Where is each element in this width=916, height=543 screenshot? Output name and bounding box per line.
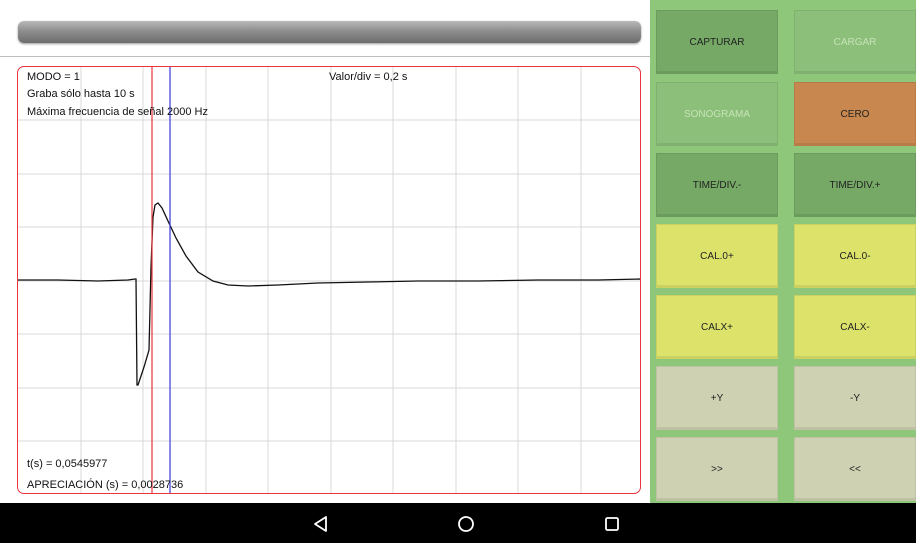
- calx-minus-button[interactable]: CALX-: [794, 295, 916, 359]
- sonogram-button[interactable]: SONOGRAMA: [656, 82, 778, 146]
- capture-button[interactable]: CAPTURAR: [656, 10, 778, 74]
- zero-button[interactable]: CERO: [794, 82, 916, 146]
- plus-y-button[interactable]: +Y: [656, 366, 778, 430]
- signal-trace: [18, 202, 640, 386]
- load-button[interactable]: CARGAR: [794, 10, 916, 74]
- calx-plus-button[interactable]: CALX+: [656, 295, 778, 359]
- divider: [0, 56, 650, 57]
- appreciation-readout: APRECIACIÓN (s) = 0,0028736: [27, 479, 184, 491]
- time-readout: t(s) = 0,0545977: [27, 458, 108, 470]
- title-bar: [18, 21, 641, 43]
- time-div-plus-button[interactable]: TIME/DIV.+: [794, 153, 916, 217]
- minus-y-button[interactable]: -Y: [794, 366, 916, 430]
- system-navigation-bar: [0, 503, 916, 543]
- circle-home-icon[interactable]: [457, 515, 475, 533]
- mode-label: MODO = 1: [27, 71, 80, 83]
- control-panel: CAPTURAR CARGAR SONOGRAMA CERO TIME/DIV.…: [650, 0, 916, 503]
- forward-button[interactable]: >>: [656, 437, 778, 501]
- back-button[interactable]: <<: [794, 437, 916, 501]
- oscilloscope-display[interactable]: MODO = 1 Graba sólo hasta 10 s Máxima fr…: [17, 66, 641, 494]
- square-recents-icon[interactable]: [603, 515, 621, 533]
- max-frequency-label: Máxima frecuencia de señal 2000 Hz: [27, 106, 208, 118]
- time-div-minus-button[interactable]: TIME/DIV.-: [656, 153, 778, 217]
- record-label: Graba sólo hasta 10 s: [27, 88, 135, 100]
- oscilloscope-grid: [18, 67, 640, 493]
- triangle-back-icon[interactable]: [312, 515, 330, 533]
- cal0-minus-button[interactable]: CAL.0-: [794, 224, 916, 288]
- value-per-division-label: Valor/div = 0,2 s: [329, 71, 408, 83]
- cal0-plus-button[interactable]: CAL.0+: [656, 224, 778, 288]
